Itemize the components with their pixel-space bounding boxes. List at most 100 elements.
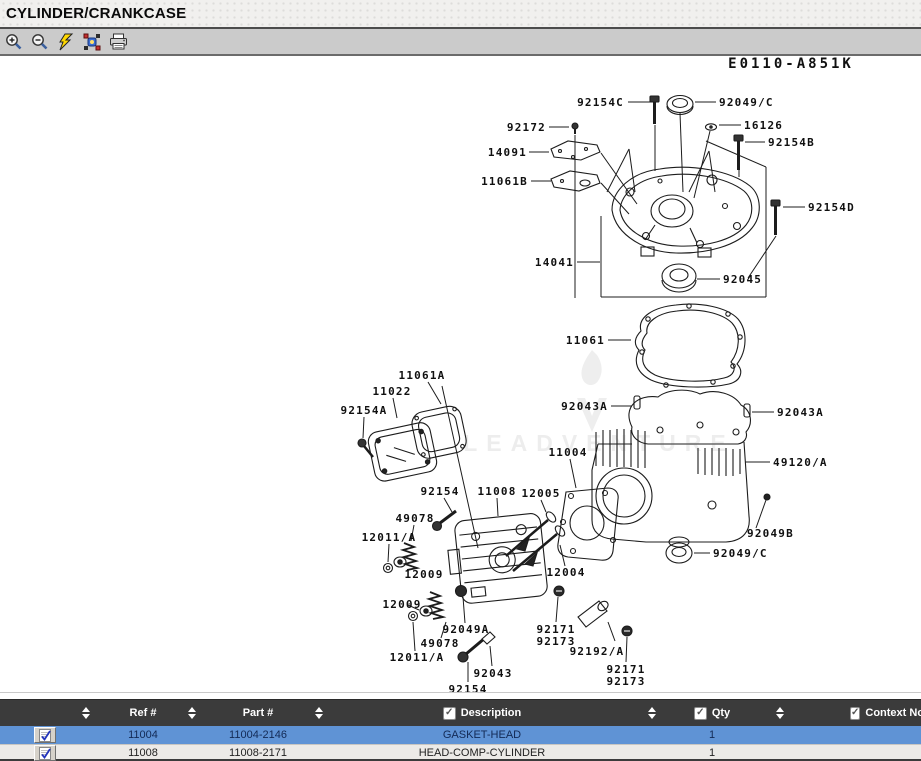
part-label-92154B[interactable]: 92154B — [768, 136, 815, 149]
leader-line — [626, 637, 627, 662]
ref-cell: 11008 — [112, 745, 174, 761]
print-button[interactable] — [108, 32, 128, 51]
parts-catalog-window: CYLINDER/CRANKCASE — [0, 0, 921, 761]
column-part-sort[interactable] — [306, 700, 332, 726]
column-part-header[interactable]: Part # — [210, 700, 306, 726]
context-checkbox[interactable]: ✓ — [850, 707, 860, 720]
part-label-16126[interactable]: 16126 — [744, 119, 783, 132]
table-row[interactable]: 11008 11008-2171 HEAD-COMP-CYLINDER 1 — [0, 745, 921, 761]
table-row[interactable]: 11004 11004-2146 GASKET-HEAD 1 — [0, 726, 921, 745]
note-button[interactable] — [34, 745, 56, 761]
pushrod-92192A-shape — [578, 599, 610, 627]
context-note-cell — [808, 726, 921, 744]
leader-line — [607, 149, 629, 192]
note-check-icon — [37, 747, 53, 760]
nut-16126-shape — [706, 124, 717, 130]
sort-icon[interactable] — [648, 707, 656, 719]
part-label-11008[interactable]: 11008 — [477, 485, 516, 498]
drawing-code: E0110-A851K — [728, 56, 854, 72]
part-label-49078[interactable]: 49078 — [420, 637, 459, 650]
spring-49078-top-shape — [403, 543, 417, 570]
part-label-92154[interactable]: 92154 — [448, 683, 487, 696]
part-label-92173[interactable]: 92173 — [606, 675, 645, 688]
leader-line — [363, 417, 364, 438]
qty-checkbox[interactable]: ✓ — [694, 707, 707, 720]
part-label-12011A[interactable]: 12011/A — [362, 531, 417, 544]
part-label-11061A[interactable]: 11061A — [399, 369, 446, 382]
bolt-92154-bottom-shape — [458, 638, 485, 662]
column-context-header[interactable]: ✓ Context Notes — [808, 700, 921, 726]
leader-line — [629, 149, 635, 192]
part-label-14041[interactable]: 14041 — [535, 256, 574, 269]
part-label-12004[interactable]: 12004 — [546, 566, 585, 579]
part-label-12005[interactable]: 12005 — [521, 487, 560, 500]
parts-diagram[interactable]: 92154C 92049/C 92172 16126 92154B 14091 11061B… — [0, 56, 921, 699]
part-label-49078[interactable]: 49078 — [395, 512, 434, 525]
keeper-92171-left-shape — [554, 586, 564, 596]
sort-icon[interactable] — [188, 707, 196, 719]
part-label-92043A[interactable]: 92043A — [561, 400, 608, 413]
washer-12011A-top-shape — [384, 564, 393, 573]
screw-92172-shape — [572, 123, 578, 134]
part-label-92154D[interactable]: 92154D — [808, 201, 855, 214]
part-label-11061[interactable]: 11061 — [566, 334, 605, 347]
part-label-12011A[interactable]: 12011/A — [390, 651, 445, 664]
part-label-92049A[interactable]: 92049A — [443, 623, 490, 636]
parts-table: Ref # Part # ✓ Description ✓ Qty — [0, 699, 921, 761]
sort-icon[interactable] — [82, 707, 90, 719]
column-icon-header[interactable] — [0, 700, 112, 726]
column-description-sort[interactable] — [632, 700, 672, 726]
part-label-92192A[interactable]: 92192/A — [570, 645, 625, 658]
bolt-92154-top-shape — [433, 511, 457, 531]
zoom-out-button[interactable] — [30, 32, 50, 51]
seal-92049C-top-shape — [667, 96, 693, 115]
crankcase-cover-shape — [612, 167, 759, 257]
leader-line — [608, 622, 615, 641]
sort-icon[interactable] — [776, 707, 784, 719]
part-label-92172[interactable]: 92172 — [507, 121, 546, 134]
part-header-label: Part # — [243, 707, 274, 719]
watermark-logo — [577, 350, 607, 432]
part-label-92049C[interactable]: 92049/C — [719, 96, 774, 109]
keeper-92171-right-shape — [622, 626, 632, 636]
sort-icon[interactable] — [315, 707, 323, 719]
ref-header-label: Ref # — [130, 707, 157, 719]
part-label-92043[interactable]: 92043 — [473, 667, 512, 680]
leader-line — [709, 151, 715, 192]
valve-cover-11022-shape — [366, 421, 438, 483]
column-qty-header[interactable]: ✓ Qty — [672, 700, 752, 726]
part-label-11022[interactable]: 11022 — [372, 385, 411, 398]
description-cell: HEAD-COMP-CYLINDER — [332, 745, 632, 761]
retainer-12009-top-shape — [394, 557, 406, 567]
part-label-92043A[interactable]: 92043A — [777, 406, 824, 419]
part-label-14091[interactable]: 14091 — [488, 146, 527, 159]
column-ref-header[interactable]: Ref # — [112, 700, 174, 726]
zoom-in-button[interactable] — [4, 32, 24, 51]
note-check-icon — [37, 729, 53, 742]
leader-line — [490, 646, 492, 666]
part-label-11061B[interactable]: 11061B — [481, 175, 528, 188]
column-ref-sort[interactable] — [174, 700, 210, 726]
leader-line — [393, 398, 397, 418]
part-label-92154A[interactable]: 92154A — [341, 404, 388, 417]
part-label-92154[interactable]: 92154 — [420, 485, 459, 498]
column-qty-sort[interactable] — [752, 700, 808, 726]
description-header-label: Description — [461, 707, 522, 719]
leader-line — [428, 382, 441, 404]
description-checkbox[interactable]: ✓ — [443, 707, 456, 720]
part-cell: 11008-2171 — [210, 745, 306, 761]
part-label-92049B[interactable]: 92049B — [747, 527, 794, 540]
part-label-12009[interactable]: 12009 — [404, 568, 443, 581]
note-button[interactable] — [34, 727, 56, 743]
part-label-49120A[interactable]: 49120/A — [773, 456, 828, 469]
part-label-12009[interactable]: 12009 — [382, 598, 421, 611]
part-label-92154C[interactable]: 92154C — [577, 96, 624, 109]
part-label-92045[interactable]: 92045 — [723, 273, 762, 286]
part-label-92049C[interactable]: 92049/C — [713, 547, 768, 560]
column-description-header[interactable]: ✓ Description — [332, 700, 632, 726]
bolt-92154B-shape — [734, 135, 743, 170]
hotspot-map-button[interactable] — [82, 32, 102, 51]
quick-view-button[interactable] — [56, 32, 76, 51]
bolt-92154C-shape — [650, 96, 659, 124]
leader-line — [748, 236, 776, 278]
